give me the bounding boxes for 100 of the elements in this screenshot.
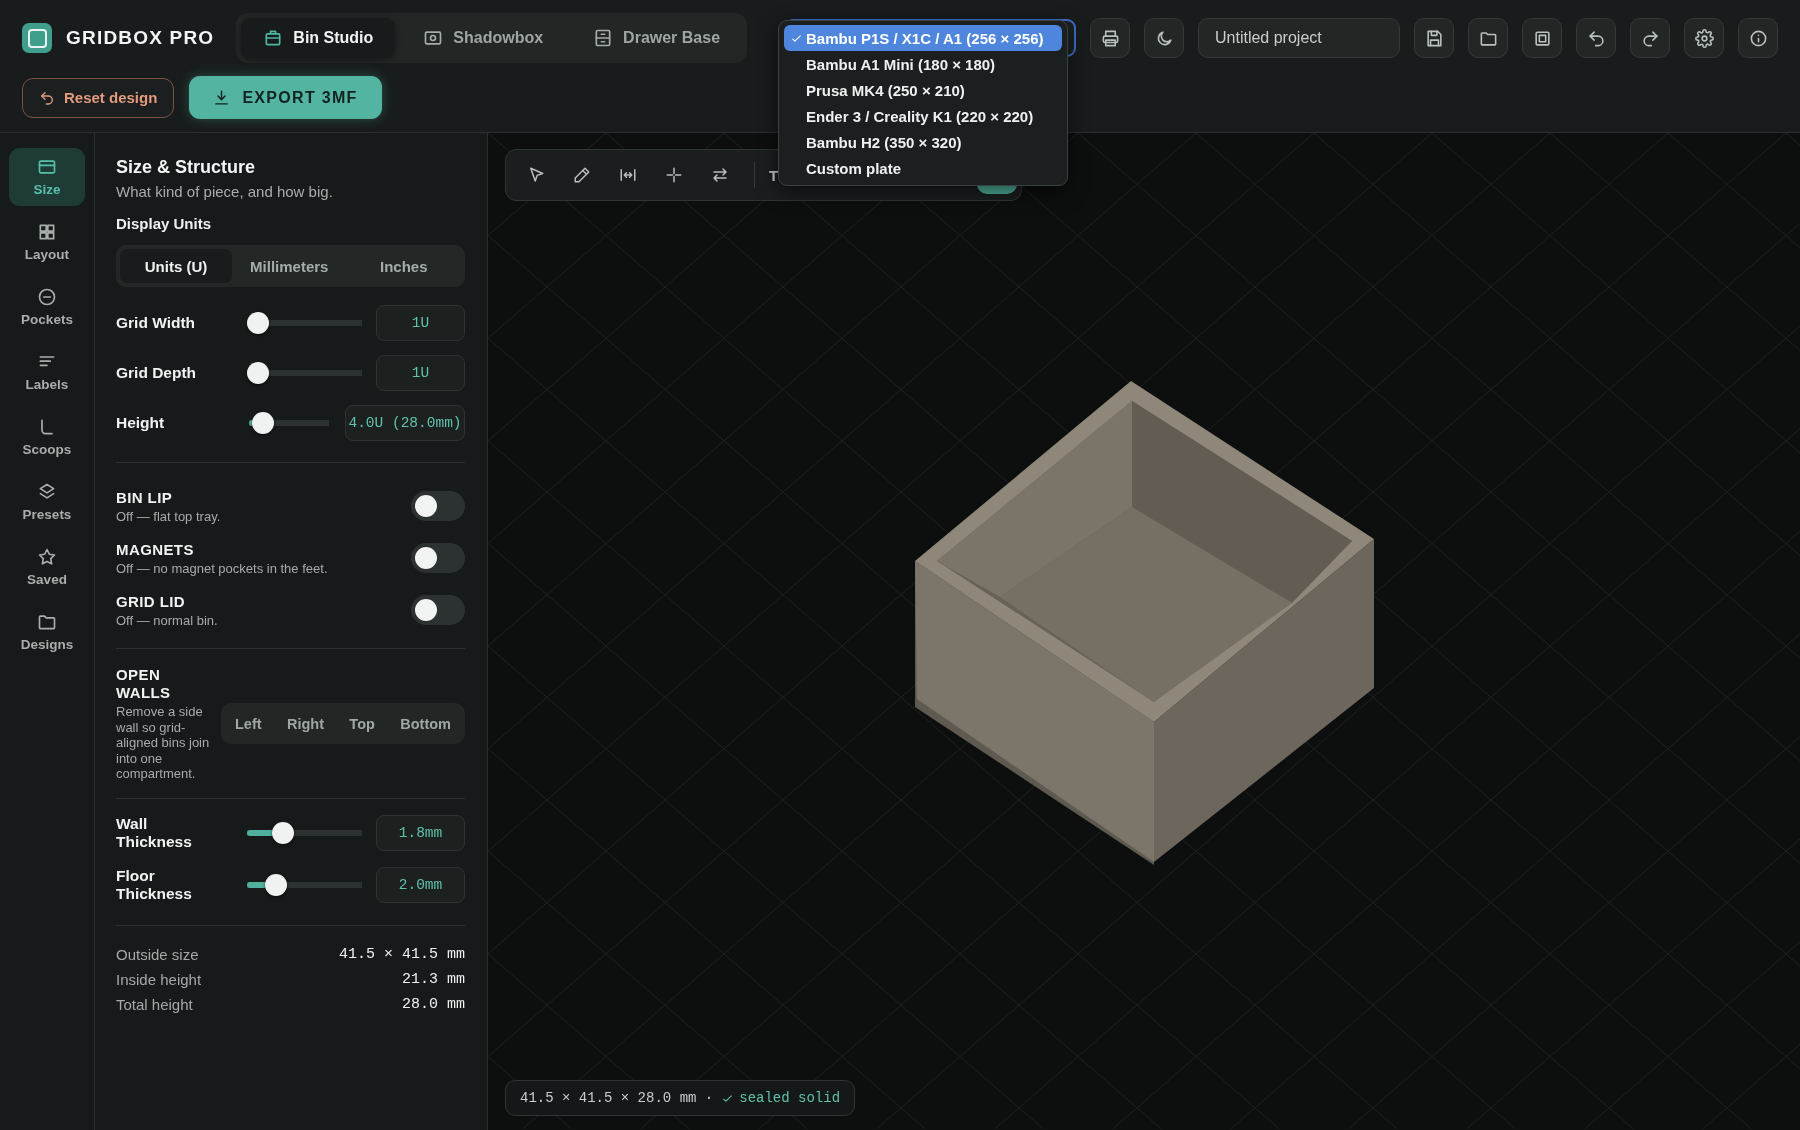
panel-subtitle: What kind of piece, and how big. [116,183,334,200]
undo-icon [1586,28,1606,48]
toggle-description: Off — no magnet pockets in the feet. [116,560,328,576]
units-option[interactable]: Units (U) [120,249,232,283]
slider-thumb[interactable] [272,821,295,844]
sidebar-item[interactable]: Layout [9,213,85,271]
printer-menu-item[interactable]: Custom plate [784,155,1062,181]
project-name-field[interactable]: Untitled project [1198,18,1400,58]
save-button[interactable] [1414,18,1454,58]
slider-label: Grid Depth [116,364,198,382]
dimensions-text: 41.5 × 41.5 × 28.0 mm · [520,1090,714,1106]
toggle-description: Off — flat top tray. [116,508,221,524]
sidebar-item[interactable]: Size [9,148,85,206]
printer-menu-item[interactable]: Bambu P1S / X1C / A1 (256 × 256) [784,25,1062,51]
wall-option[interactable]: Top [343,709,381,738]
toggle-switch[interactable] [411,491,465,521]
section-label: Display Units [116,215,213,232]
summary-label: Inside height [116,970,202,988]
export-button[interactable]: EXPORT 3MF [189,76,382,119]
toggle-switch[interactable] [411,595,465,625]
frame-icon [423,28,444,48]
sidebar-item[interactable]: Pockets [9,278,85,336]
value-field[interactable]: 1U [376,305,465,341]
sidebar-item[interactable]: Designs [9,603,85,661]
folder-icon [37,612,57,632]
mode-tab[interactable]: Shadowbox [401,18,566,58]
card-icon [37,157,57,177]
app-title: GRIDBOX PRO [66,27,215,49]
wall-option[interactable]: Bottom [394,709,457,738]
redo-button[interactable] [1630,18,1670,58]
reset-design-button[interactable]: Reset design [22,77,175,118]
nested-square-icon [1532,28,1552,48]
crosshair-icon [665,166,683,184]
grid-icon [37,222,57,242]
moon-button[interactable] [1144,18,1184,58]
toggle-label: GRID LID [116,592,187,610]
slider-thumb[interactable] [247,362,269,384]
units-option[interactable]: Millimeters [232,249,347,283]
sidebar-item[interactable]: Presets [9,473,85,531]
summary-value: 28.0 mm [402,995,465,1013]
sidebar-item[interactable]: Scoops [9,408,85,466]
redo-icon [1640,28,1660,48]
wall-option[interactable]: Right [280,709,330,738]
wall-option[interactable]: Left [229,709,268,738]
undo-button[interactable] [1576,18,1616,58]
slider-thumb[interactable] [264,873,287,896]
toggle-label: MAGNETS [116,540,195,558]
info-button[interactable] [1738,18,1778,58]
toggle-description: Off — normal bin. [116,612,218,628]
printer-icon [1100,28,1120,48]
app-logo-icon [22,23,52,53]
folder-button[interactable] [1468,18,1508,58]
summary-label: Outside size [116,945,199,963]
printer-menu-item[interactable]: Prusa MK4 (250 × 210) [784,77,1062,103]
value-field[interactable]: 1.8mm [376,814,465,851]
mode-tab[interactable]: Bin Studio [241,18,396,58]
pencil-icon [573,166,591,184]
slider-label: Height [116,414,166,432]
toggle-switch[interactable] [411,543,465,573]
summary-value: 41.5 × 41.5 mm [338,945,465,963]
section-description: Remove a side wall so grid-aligned bins join into one compartment. [116,704,211,782]
undo-icon [39,89,55,106]
save-icon [1424,28,1444,48]
measure-icon [619,166,637,184]
slider-label: Floor Thickness [116,866,193,903]
settings-icon [1694,28,1714,48]
sidebar-item[interactable]: Saved [9,538,85,596]
summary-value: 21.3 mm [402,970,465,988]
toolbar-label: T [769,166,779,184]
slider-label: Wall Thickness [116,814,193,851]
settings-button[interactable] [1684,18,1724,58]
value-field[interactable]: 2.0mm [376,866,465,903]
pointer-icon [527,166,545,184]
layers-icon [37,482,57,502]
printer-menu-item[interactable]: Bambu H2 (350 × 320) [784,129,1062,155]
circle-minus-icon [37,287,57,307]
star-icon [37,547,57,567]
sidebar-item[interactable]: Labels [9,343,85,401]
toggle-label: BIN LIP [116,488,174,506]
drawer-icon [593,28,614,48]
bin-model-drawing[interactable] [915,381,1374,865]
printer-menu-item[interactable]: Bambu A1 Mini (180 × 180) [784,51,1062,77]
download-icon [213,89,231,106]
sealed-status: sealed solid [721,1090,841,1106]
mode-tab[interactable]: Drawer Base [571,18,743,58]
panel-title: Size & Structure [116,157,257,178]
printer-button[interactable] [1090,18,1130,58]
slider-label: Grid Width [116,314,197,332]
section-label: OPEN WALLS [116,666,172,702]
briefcase-icon [263,28,284,48]
units-option[interactable]: Inches [346,249,461,283]
value-field[interactable]: 1U [376,355,465,391]
slider-thumb[interactable] [251,412,274,434]
nested-square-button[interactable] [1522,18,1562,58]
value-field[interactable]: 4.0U (28.0mm) [345,405,465,441]
summary-label: Total height [116,995,193,1013]
swap-arrows-icon [711,166,729,184]
slider-thumb[interactable] [247,312,269,334]
printer-menu-item[interactable]: Ender 3 / Creality K1 (220 × 220) [784,103,1062,129]
info-icon [1748,28,1768,48]
